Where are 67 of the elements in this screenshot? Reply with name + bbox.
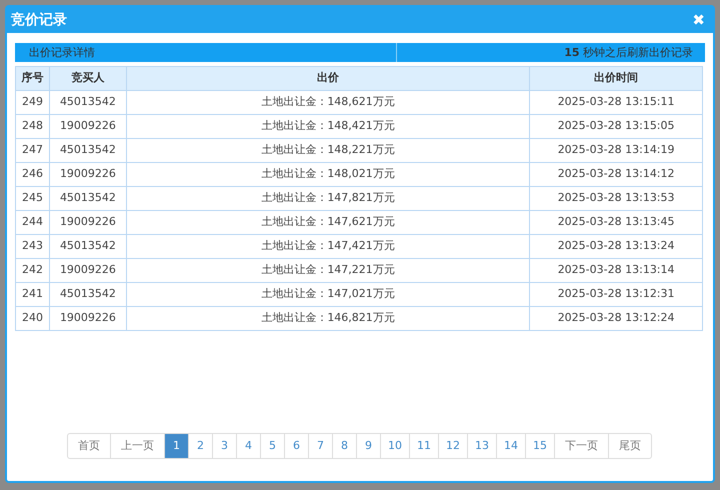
table-cell: 2025-03-28 13:15:11 (530, 90, 702, 114)
table-cell: 245 (16, 186, 50, 210)
page-button[interactable]: 5 (260, 433, 285, 459)
table-cell: 土地出让金：146,821万元 (126, 306, 530, 330)
table-cell: 45013542 (49, 282, 126, 306)
page-button[interactable]: 3 (212, 433, 237, 459)
page-button[interactable]: 8 (332, 433, 357, 459)
close-button[interactable]: ✖ (688, 12, 709, 28)
column-header: 竞买人 (49, 66, 126, 90)
pager-link[interactable]: 首页 (67, 433, 111, 459)
table-cell: 土地出让金：147,421万元 (126, 234, 530, 258)
table-cell: 土地出让金：148,021万元 (126, 162, 530, 186)
table-cell: 45013542 (49, 90, 126, 114)
table-cell: 243 (16, 234, 50, 258)
table-cell: 242 (16, 258, 50, 282)
page-button[interactable]: 12 (438, 433, 468, 459)
table-cell: 19009226 (49, 210, 126, 234)
column-header: 序号 (16, 66, 50, 90)
table-cell: 2025-03-28 13:12:24 (530, 306, 702, 330)
table-cell: 2025-03-28 13:13:53 (530, 186, 702, 210)
pager-link[interactable]: 尾页 (608, 433, 652, 459)
column-header: 出价 (126, 66, 530, 90)
table-cell: 249 (16, 90, 50, 114)
page-button[interactable]: 10 (380, 433, 410, 459)
page-button[interactable]: 13 (467, 433, 497, 459)
page-button[interactable]: 9 (356, 433, 381, 459)
page-button[interactable]: 2 (188, 433, 213, 459)
table-cell: 45013542 (49, 234, 126, 258)
page-button[interactable]: 14 (496, 433, 526, 459)
table-cell: 19009226 (49, 114, 126, 138)
pager-link[interactable]: 上一页 (110, 433, 165, 459)
column-header: 出价时间 (530, 66, 702, 90)
table-cell: 2025-03-28 13:13:24 (530, 234, 702, 258)
table-cell: 土地出让金：148,421万元 (126, 114, 530, 138)
table-cell: 土地出让金：147,621万元 (126, 210, 530, 234)
table-cell: 土地出让金：148,221万元 (126, 138, 530, 162)
dialog-title: 竞价记录 (11, 10, 67, 30)
table-cell: 19009226 (49, 162, 126, 186)
table-cell: 2025-03-28 13:13:14 (530, 258, 702, 282)
page-button[interactable]: 1 (164, 433, 189, 459)
table-cell: 248 (16, 114, 50, 138)
table-cell: 45013542 (49, 186, 126, 210)
table-cell: 19009226 (49, 258, 126, 282)
table-cell: 土地出让金：147,221万元 (126, 258, 530, 282)
table-cell: 土地出让金：147,021万元 (126, 282, 530, 306)
table-cell: 土地出让金：148,621万元 (126, 90, 530, 114)
table-cell: 246 (16, 162, 50, 186)
page-button[interactable]: 7 (308, 433, 333, 459)
table-cell: 19009226 (49, 306, 126, 330)
table-cell: 2025-03-28 13:12:31 (530, 282, 702, 306)
pager-link[interactable]: 下一页 (554, 433, 609, 459)
table-cell: 240 (16, 306, 50, 330)
page-button[interactable]: 11 (409, 433, 439, 459)
table-cell: 2025-03-28 13:13:45 (530, 210, 702, 234)
table-cell: 247 (16, 138, 50, 162)
page-button[interactable]: 15 (525, 433, 555, 459)
table-cell: 2025-03-28 13:14:12 (530, 162, 702, 186)
table-cell: 土地出让金：147,821万元 (126, 186, 530, 210)
table-cell: 2025-03-28 13:15:05 (530, 114, 702, 138)
info-label: 出价记录详情 (15, 43, 397, 62)
table-cell: 45013542 (49, 138, 126, 162)
page-button[interactable]: 4 (236, 433, 261, 459)
page-button[interactable]: 6 (284, 433, 309, 459)
table-cell: 2025-03-28 13:14:19 (530, 138, 702, 162)
table-cell: 244 (16, 210, 50, 234)
table-cell: 241 (16, 282, 50, 306)
refresh-countdown: 15 秒钟之后刷新出价记录 (563, 45, 694, 61)
